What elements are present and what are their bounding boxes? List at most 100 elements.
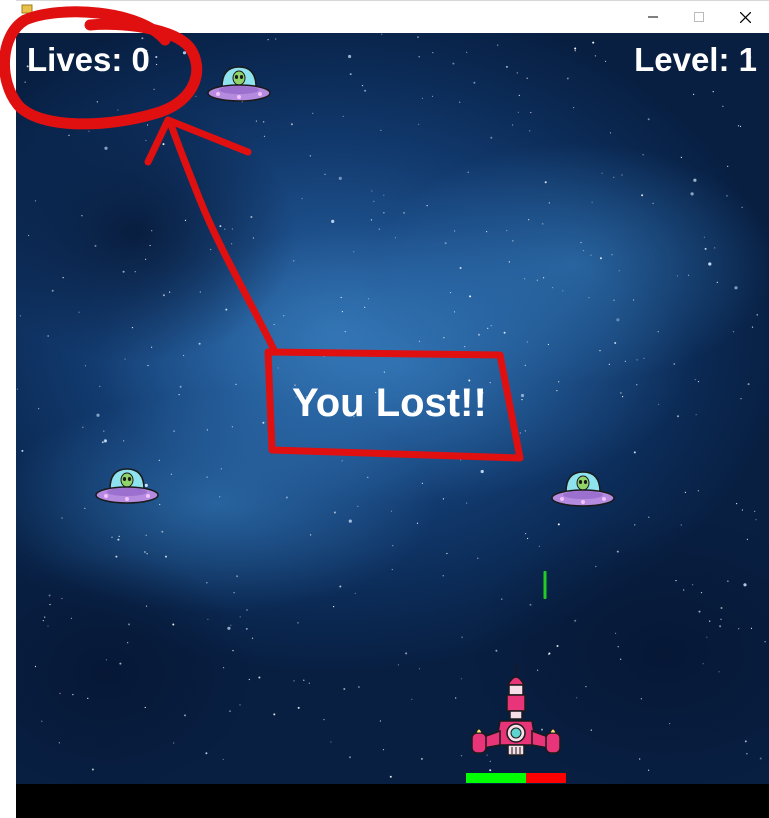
star	[349, 73, 352, 76]
close-button[interactable]	[722, 1, 768, 33]
star	[547, 343, 550, 346]
game-over-message: You Lost!!	[292, 381, 487, 425]
star	[124, 358, 126, 360]
star	[219, 225, 222, 228]
star	[512, 240, 514, 242]
star	[156, 63, 158, 66]
star	[608, 363, 610, 365]
star	[370, 219, 372, 221]
star	[91, 768, 94, 771]
star	[556, 645, 559, 647]
star	[573, 107, 575, 109]
star	[158, 459, 160, 461]
star	[684, 491, 687, 493]
star	[309, 155, 311, 157]
star	[453, 311, 456, 313]
star	[431, 95, 434, 97]
star	[609, 132, 612, 134]
star	[738, 628, 740, 630]
star	[495, 649, 498, 652]
star	[391, 568, 393, 571]
health-bar-fill	[466, 773, 526, 783]
star	[516, 72, 518, 74]
star	[594, 55, 597, 57]
star	[115, 555, 118, 558]
star	[127, 642, 129, 644]
star	[469, 295, 472, 298]
star	[524, 278, 526, 280]
star	[172, 623, 175, 626]
star	[381, 33, 383, 35]
star	[480, 469, 484, 474]
star	[426, 205, 428, 207]
star	[48, 594, 51, 597]
star	[258, 676, 261, 679]
star	[528, 219, 530, 221]
star	[145, 605, 148, 607]
star	[162, 143, 165, 146]
star	[224, 228, 226, 230]
maximize-button[interactable]	[676, 1, 722, 33]
star	[720, 607, 723, 609]
star	[275, 38, 277, 40]
star	[732, 331, 735, 333]
star	[207, 618, 209, 620]
laser-bolt	[543, 571, 547, 599]
star	[101, 441, 104, 444]
star	[44, 616, 46, 618]
star	[529, 130, 531, 132]
star	[508, 261, 510, 263]
star	[643, 357, 645, 359]
star	[759, 757, 762, 760]
star	[449, 292, 452, 294]
star	[562, 290, 564, 292]
star	[727, 165, 729, 167]
star	[639, 758, 641, 760]
player-spaceship-icon[interactable]	[466, 663, 566, 767]
minimize-button[interactable]	[630, 1, 676, 33]
star	[622, 396, 624, 398]
game-canvas[interactable]: Lives: 0 Level: 1 You Lost!!	[16, 33, 769, 784]
star	[219, 496, 221, 498]
star	[245, 627, 248, 630]
star	[417, 36, 419, 39]
star	[81, 215, 83, 217]
star	[229, 710, 231, 712]
star	[538, 545, 541, 547]
star	[459, 267, 462, 269]
star	[51, 289, 54, 292]
star	[235, 383, 237, 385]
star	[70, 617, 73, 619]
star	[460, 459, 462, 461]
minimize-icon	[648, 16, 658, 18]
star	[297, 706, 300, 709]
star	[620, 392, 622, 394]
star	[330, 353, 333, 356]
star	[694, 379, 696, 381]
star	[418, 668, 421, 670]
star	[700, 592, 703, 594]
star	[31, 118, 33, 120]
star	[697, 381, 700, 383]
star	[87, 697, 89, 700]
star	[231, 426, 233, 428]
star	[512, 124, 514, 126]
star	[548, 202, 550, 204]
star	[741, 206, 743, 208]
star	[134, 271, 136, 273]
star	[526, 341, 528, 343]
maximize-icon	[694, 12, 704, 22]
star	[734, 286, 738, 290]
star	[702, 663, 704, 665]
star	[585, 686, 587, 688]
star	[379, 720, 381, 722]
star	[592, 41, 595, 44]
star	[173, 430, 176, 433]
star	[418, 123, 420, 125]
star	[232, 650, 234, 652]
star	[548, 652, 551, 655]
star	[263, 121, 265, 123]
star	[231, 228, 233, 230]
star	[250, 216, 253, 218]
star	[88, 130, 90, 132]
